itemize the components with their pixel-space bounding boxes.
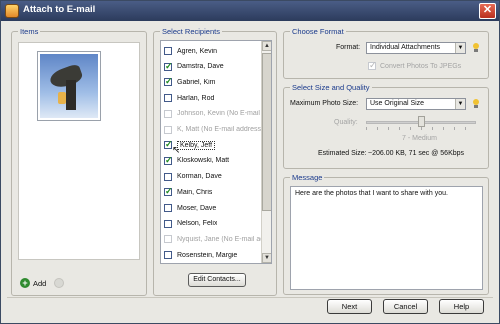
cancel-button[interactable]: Cancel (383, 299, 428, 314)
recipient-checkbox (164, 235, 172, 244)
items-group-label: Items (18, 27, 41, 36)
format-group-label: Choose Format (290, 27, 346, 36)
recipient-name: Rosenstein, Margie (177, 251, 238, 259)
recipient-checkbox[interactable] (164, 155, 173, 166)
window-title: Attach to E-mail (23, 4, 96, 15)
plus-icon: + (20, 278, 30, 288)
quality-label: Quality: (334, 119, 358, 126)
recipient-name: K, Matt (No E-mail address) (177, 126, 262, 133)
estimated-size-label: Estimated Size: (318, 150, 367, 157)
recipient-name: Moser, Dave (177, 204, 217, 212)
convert-jpeg-label: Convert Photos To JPEGs (380, 62, 462, 70)
recipients-group: Select Recipients Rosenstein, Margie Nyqu… (153, 27, 277, 296)
recipient-name: Nyquist, Jane (No E-mail ac (177, 235, 262, 243)
recipient-list[interactable]: Rosenstein, Margie Nyquist, Jane (No E-ma… (160, 40, 272, 264)
recipient-checkbox[interactable] (164, 94, 172, 103)
recipient-row[interactable]: Main, Chris (161, 184, 262, 200)
recipient-row[interactable]: Rosenstein, Margie (161, 247, 262, 263)
recipient-name: Agren, Kevin (177, 47, 218, 55)
items-group: Items + Add (11, 27, 147, 296)
scroll-thumb[interactable] (262, 53, 271, 211)
recipient-row[interactable]: Agren, Kevin (161, 43, 262, 59)
recipient-checkbox[interactable] (164, 61, 173, 72)
max-size-label: Maximum Photo Size: (290, 100, 359, 107)
recipient-row[interactable]: Harlan, Rod (161, 90, 262, 106)
recipient-checkbox (164, 109, 172, 118)
recipient-row[interactable]: Moser, Dave (161, 200, 262, 216)
message-group: Message Here are the photos that I want … (283, 173, 489, 295)
tip-bulb-icon[interactable] (472, 43, 480, 53)
scroll-up-icon[interactable]: ▲ (262, 41, 271, 51)
recipient-name: Nelson, Felix (177, 220, 218, 228)
recipient-row: Johnson, Kevin (No E-mail (161, 106, 262, 122)
recipient-name: Main, Chris (177, 188, 213, 196)
recipients-group-label: Select Recipients (160, 27, 222, 36)
recipient-row: K, Matt (No E-mail address) (161, 122, 262, 138)
quality-value: 7 - Medium (402, 135, 438, 142)
recipient-checkbox[interactable] (164, 186, 173, 197)
format-label: Format: (336, 44, 361, 51)
photo-shape (66, 80, 76, 110)
edit-contacts-button[interactable]: Edit Contacts... (188, 273, 246, 287)
photo-image (40, 54, 98, 118)
checkbox-icon (368, 60, 377, 71)
recipient-name: Johnson, Kevin (No E-mail (177, 110, 260, 118)
next-button[interactable]: Next (327, 299, 372, 314)
tip-bulb-icon[interactable] (472, 99, 480, 109)
size-group-label: Select Size and Quality (290, 83, 372, 92)
recipient-checkbox[interactable] (164, 251, 172, 260)
scroll-down-icon[interactable]: ▼ (262, 253, 271, 263)
close-button[interactable]: ✕ (479, 3, 496, 19)
recipient-row[interactable]: Damstra, Dave (161, 59, 262, 75)
message-group-label: Message (290, 173, 325, 182)
recipient-row[interactable]: Nelson, Felix (161, 216, 262, 232)
chevron-down-icon: ▼ (455, 43, 465, 53)
recipient-name: Gabriel, Kim (177, 78, 216, 86)
recipient-row: Nyquist, Jane (No E-mail ac (161, 231, 262, 247)
format-value: Individual Attachments (370, 44, 441, 51)
format-group: Choose Format Format: Individual Attachm… (283, 27, 489, 79)
message-textarea[interactable]: Here are the photos that I want to share… (290, 186, 483, 290)
recipient-checkbox[interactable] (164, 76, 173, 87)
recipient-row[interactable]: Korman, Dave (161, 169, 262, 185)
recipient-name: Korman, Dave (177, 173, 222, 181)
help-button[interactable]: Help (439, 299, 484, 314)
recipient-checkbox (164, 125, 172, 134)
vertical-scrollbar[interactable]: ▲ ▼ (261, 41, 271, 263)
max-size-select[interactable]: Use Original Size ▼ (366, 98, 466, 110)
app-icon (5, 4, 19, 18)
format-select[interactable]: Individual Attachments ▼ (366, 42, 466, 54)
mouse-cursor-icon: ↖ (172, 145, 181, 156)
attach-to-email-dialog: Attach to E-mail ✕ Items + Add Select Re… (0, 0, 500, 324)
recipient-checkbox[interactable] (164, 172, 172, 181)
recipient-name: Kloskowski, Matt (177, 157, 230, 165)
photo-shape (58, 92, 66, 104)
quality-slider-ticks (366, 127, 476, 130)
remove-icon[interactable] (54, 278, 64, 288)
max-size-value: Use Original Size (370, 100, 425, 107)
add-button[interactable]: + Add (20, 278, 46, 288)
size-quality-group: Select Size and Quality Maximum Photo Si… (283, 83, 489, 169)
chevron-down-icon: ▼ (455, 99, 465, 109)
footer-divider (7, 297, 493, 298)
items-well (18, 42, 140, 260)
recipient-row[interactable]: Gabriel, Kim (161, 74, 262, 90)
recipient-name: Damstra, Dave (177, 63, 224, 71)
recipient-checkbox[interactable] (164, 219, 172, 228)
quality-slider-thumb[interactable] (418, 116, 425, 127)
recipient-checkbox[interactable] (164, 139, 173, 150)
title-bar: Attach to E-mail ✕ (1, 1, 499, 21)
recipient-name: Harlan, Rod (177, 94, 215, 102)
photo-thumbnail[interactable] (37, 51, 101, 121)
estimated-size-value: ~206.00 KB, 71 sec @ 56Kbps (368, 150, 465, 157)
convert-jpeg-checkbox: Convert Photos To JPEGs (368, 60, 462, 71)
add-label: Add (33, 278, 47, 288)
recipient-checkbox[interactable] (164, 204, 172, 212)
recipient-name: Kelby, Jeff (177, 140, 216, 150)
recipient-checkbox[interactable] (164, 47, 172, 55)
